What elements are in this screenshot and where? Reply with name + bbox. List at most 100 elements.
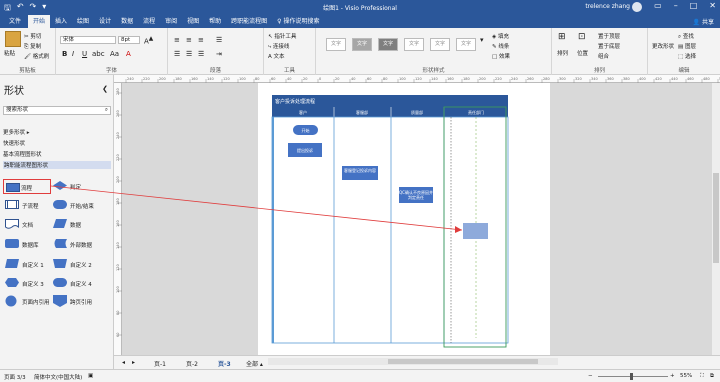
connector-button[interactable]: ⤷ 连接线 [268,42,289,51]
font-family-select[interactable]: 宋体 [60,36,116,44]
all-pages-button[interactable]: 全部 ▴ [246,359,263,368]
collapse-panel-icon[interactable]: ❮ [102,85,108,93]
grow-font-icon[interactable]: A▲ [144,36,153,45]
copy-button[interactable]: ⎘ 复制 [24,42,41,51]
more-shapes-link[interactable]: 更多形状 ▸ [3,128,30,136]
line-button[interactable]: ✎ 线条 [492,42,509,50]
select-button[interactable]: ⬚ 选择 [678,52,696,60]
position-icon[interactable]: ⊡ [578,32,586,42]
nav-last-page-icon[interactable]: ▸ [132,359,135,366]
shape-item-external-data[interactable]: 外部数据 [53,239,111,251]
effect-button[interactable]: □ 效果 [492,52,510,60]
lane-label-customer[interactable]: 客户 [299,109,307,115]
close-icon[interactable]: ✕ [709,1,716,10]
shape-item-custom2[interactable]: 自定义 2 [53,259,111,271]
strikethrough-icon[interactable]: abc [92,50,105,58]
vertical-scroll-thumb[interactable] [713,173,719,263]
shape-item-on-page-reference[interactable]: 页面内引用 [5,295,51,309]
tab-draw[interactable]: 绘图 [72,15,94,28]
style-swatch-4[interactable]: 文字 [404,38,424,51]
find-button[interactable]: ⌕ 查找 [678,32,694,41]
horizontal-scrollbar[interactable] [268,358,558,365]
text-tool-button[interactable]: A 文本 [268,52,285,60]
font-color-icon[interactable]: A [126,50,131,58]
case-icon[interactable]: Aa [110,50,119,58]
shape-item-database[interactable]: 数据库 [5,239,51,251]
share-button[interactable]: 👤 共享 [693,17,714,26]
shape-item-custom1[interactable]: 自定义 1 [5,259,51,271]
align-bottom-icon[interactable]: ≡ [198,36,204,44]
paste-icon[interactable] [5,31,21,47]
macro-record-icon[interactable]: ▣ [88,373,93,379]
tab-design[interactable]: 设计 [94,15,116,28]
send-to-back-button[interactable]: 置于底层 [598,42,620,50]
switch-window-icon[interactable]: ⧉ [710,373,714,380]
minimize-icon[interactable]: – [674,1,678,10]
shape-item-decision[interactable]: 判定 [53,181,111,193]
shape-item-process[interactable]: 流程 [3,179,51,194]
tab-cross-functional[interactable]: 跨职能流程图 [226,15,272,28]
shape-item-data[interactable]: 数据 [53,219,111,231]
align-top-icon[interactable]: ≡ [174,36,180,44]
group-button[interactable]: 组合 [598,52,609,60]
align-button[interactable]: 排列 [557,49,568,57]
styles-gallery-more-icon[interactable]: ▾ [480,36,484,44]
align-right-icon[interactable]: ☰ [198,50,204,58]
align-left-icon[interactable]: ☰ [174,50,180,58]
page-indicator[interactable]: 页面 3/3 [4,373,26,381]
horizontal-scroll-thumb[interactable] [388,359,538,364]
shape-item-start-end[interactable]: 开始/结束 [53,200,111,212]
tab-page-3[interactable]: 页-3 [218,359,231,368]
zoom-slider[interactable] [598,376,668,377]
zoom-out-icon[interactable]: − [588,373,593,379]
shape-item-subprocess[interactable]: 子流程 [5,200,51,212]
fit-page-icon[interactable]: ⛶ [700,373,704,380]
layer-button[interactable]: ▤ 图层 [678,42,696,50]
tab-page-1[interactable]: 页-1 [154,359,166,368]
ribbon-options-icon[interactable]: ▭ [654,1,662,10]
align-middle-icon[interactable]: ≡ [186,36,192,44]
tab-review[interactable]: 审阅 [160,15,182,28]
style-swatch-6[interactable]: 文字 [456,38,476,51]
lane-label-service[interactable]: 客服部 [356,109,368,115]
bullets-icon[interactable]: ☰ [216,36,222,44]
shape-item-off-page-reference[interactable]: 跨页引用 [53,295,111,309]
zoom-in-icon[interactable]: + [670,373,675,379]
tab-view[interactable]: 视图 [182,15,204,28]
lane-label-quality[interactable]: 质量部 [411,109,423,115]
shape-item-custom4[interactable]: 自定义 4 [53,278,111,290]
tell-me-search[interactable]: ♀ 操作说明搜索 [272,15,324,28]
paste-button[interactable]: 粘贴 [4,49,15,57]
nav-first-page-icon[interactable]: ◂ [122,359,125,366]
stencil-quick-shapes[interactable]: 快速形状 [3,139,25,147]
vertical-scrollbar[interactable] [712,83,720,355]
tab-insert[interactable]: 插入 [50,15,72,28]
style-swatch-3[interactable]: 文字 [378,38,398,51]
search-icon[interactable]: ⌕ [105,107,108,114]
style-swatch-5[interactable]: 文字 [430,38,450,51]
pointer-tool-button[interactable]: ↖ 指针工具 [268,32,296,40]
format-painter-button[interactable]: 🖌 格式刷 [24,52,49,60]
tab-home[interactable]: 开始 [28,15,51,28]
user-name[interactable]: trelence zhang [585,3,630,10]
bring-to-front-button[interactable]: 置于顶层 [598,32,620,40]
language-indicator[interactable]: 简体中文(中国大陆) [34,373,82,381]
font-size-select[interactable]: 8pt [118,36,140,44]
maximize-icon[interactable]: □ [690,1,698,10]
avatar[interactable] [632,2,642,12]
underline-icon[interactable]: U [82,50,87,58]
style-swatch-1[interactable]: 文字 [326,38,346,51]
stencil-cross-functional[interactable]: 跨职能流程图形状 [3,161,111,169]
shape-item-custom3[interactable]: 自定义 3 [5,278,51,290]
align-icon[interactable]: ⊞ [558,32,566,42]
style-swatch-2[interactable]: 文字 [352,38,372,51]
search-shapes-input[interactable]: 搜索形状 ⌕ [3,106,111,115]
bold-icon[interactable]: B [62,50,67,58]
change-shape-button[interactable]: 更改形状 [652,42,674,50]
indent-icon[interactable]: ⇥ [216,50,222,58]
align-center-icon[interactable]: ☰ [186,50,192,58]
zoom-slider-thumb[interactable] [630,373,633,380]
zoom-level[interactable]: 55% [680,373,692,379]
lane-label-responsible[interactable]: 责任部门 [468,109,484,115]
dragged-process-shape[interactable] [463,223,488,239]
